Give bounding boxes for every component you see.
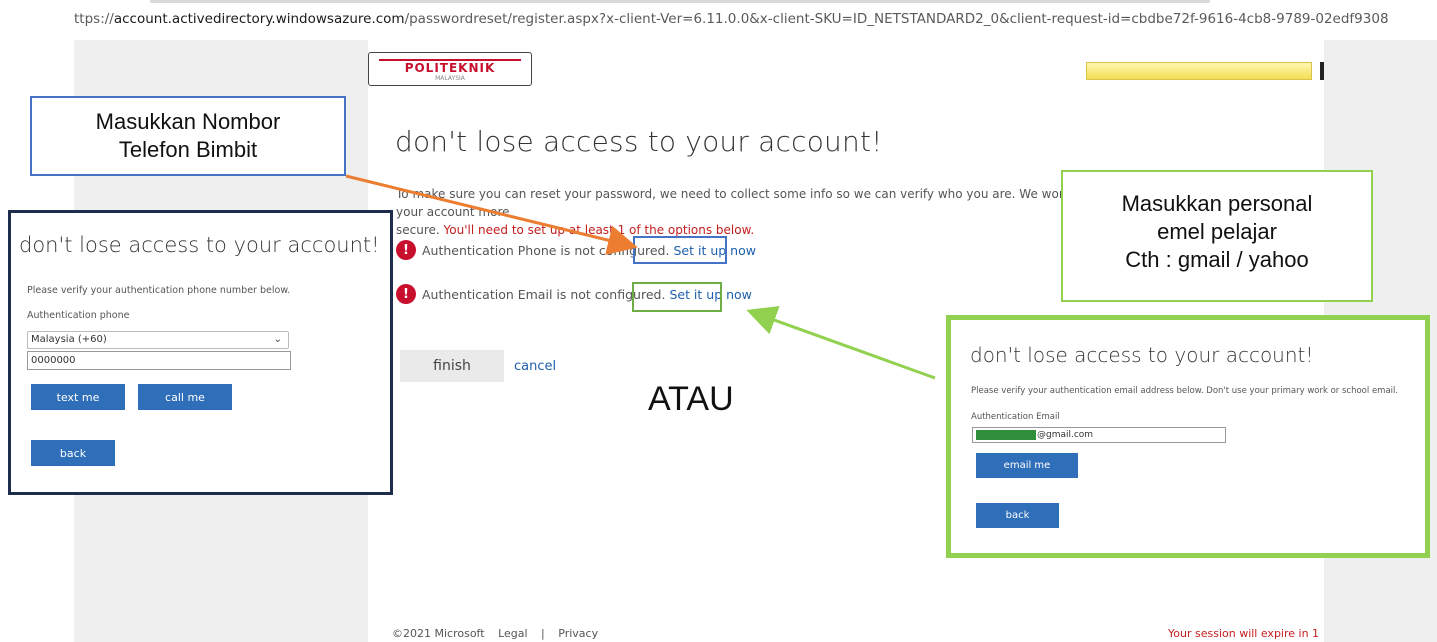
text-me-button[interactable]: text me [31, 384, 125, 410]
header-divider [1320, 62, 1324, 80]
email-instruction: Please verify your authentication email … [971, 386, 1399, 396]
politeknik-logo-icon: POLITEKNIK MALAYSIA [379, 59, 521, 82]
email-callout: Masukkan personal emel pelajar Cth : gma… [1061, 170, 1373, 302]
copyright: ©2021 Microsoft [392, 627, 485, 640]
email-setup-panel: don't lose access to your account! Pleas… [946, 315, 1430, 558]
back-button[interactable]: back [31, 440, 115, 466]
or-label: ATAU [648, 380, 734, 418]
phone-callout-line: Telefon Bimbit [118, 137, 258, 162]
logo-text: POLITEKNIK [405, 61, 496, 75]
intro-secure: secure. [396, 223, 440, 237]
url-path: /passwordreset/register.aspx?x-client-Ve… [404, 11, 1389, 27]
phone-setup-panel: don't lose access to your account! Pleas… [8, 210, 393, 495]
email-panel-title: don't lose access to your account! [970, 343, 1314, 367]
intro-requirement: You'll need to set up at least 1 of the … [443, 223, 755, 237]
url-prefix: ttps:// [74, 11, 114, 27]
session-expiry: Your session will expire in 1 [1168, 627, 1320, 640]
phone-callout-line: Masukkan Nombor [95, 109, 281, 134]
redaction-mark [976, 429, 1036, 440]
organization-logo: POLITEKNIK MALAYSIA [368, 52, 532, 86]
privacy-link[interactable]: Privacy [558, 627, 598, 640]
phone-label: Authentication phone [27, 310, 130, 321]
address-bar[interactable]: ttps://account.activedirectory.windowsaz… [0, 0, 1437, 38]
country-value: Malaysia (+60) [31, 334, 107, 345]
warning-icon: ! [396, 240, 416, 260]
page-title: don't lose access to your account! [395, 125, 883, 158]
email-domain: @gmail.com [1037, 430, 1094, 440]
email-callout-line: emel pelajar [1157, 219, 1277, 244]
logo-subtext: MALAYSIA [435, 75, 466, 82]
tab-strip-edge [150, 0, 1210, 3]
phone-link-highlight [633, 236, 727, 264]
phone-panel-title: don't lose access to your account! [19, 233, 380, 257]
phone-number-input[interactable]: 0000000 [27, 351, 291, 370]
back-button[interactable]: back [976, 503, 1059, 528]
email-input[interactable]: @gmail.com [972, 427, 1226, 443]
email-label: Authentication Email [971, 412, 1060, 422]
email-status-text: Authentication Email is not configured. [422, 286, 666, 302]
email-me-button[interactable]: email me [976, 453, 1078, 478]
call-me-button[interactable]: call me [138, 384, 232, 410]
email-callout-line: Cth : gmail / yahoo [1125, 247, 1309, 272]
email-callout-line: Masukkan personal [1121, 191, 1313, 216]
warning-icon: ! [396, 284, 416, 304]
finish-button[interactable]: finish [400, 350, 504, 382]
chevron-down-icon: ⌄ [273, 334, 282, 345]
phone-instruction: Please verify your authentication phone … [27, 285, 291, 296]
email-link-highlight [632, 282, 722, 312]
cancel-link[interactable]: cancel [514, 359, 556, 374]
url-domain: account.activedirectory.windowsazure.com [113, 11, 405, 27]
phone-callout: Masukkan Nombor Telefon Bimbit [30, 96, 346, 176]
country-select[interactable]: Malaysia (+60) ⌄ [27, 331, 289, 349]
footer: ©2021 Microsoft Legal | Privacy [392, 627, 608, 640]
legal-link[interactable]: Legal [498, 627, 527, 640]
header-banner [1086, 62, 1312, 80]
footer-separator: | [541, 627, 545, 640]
